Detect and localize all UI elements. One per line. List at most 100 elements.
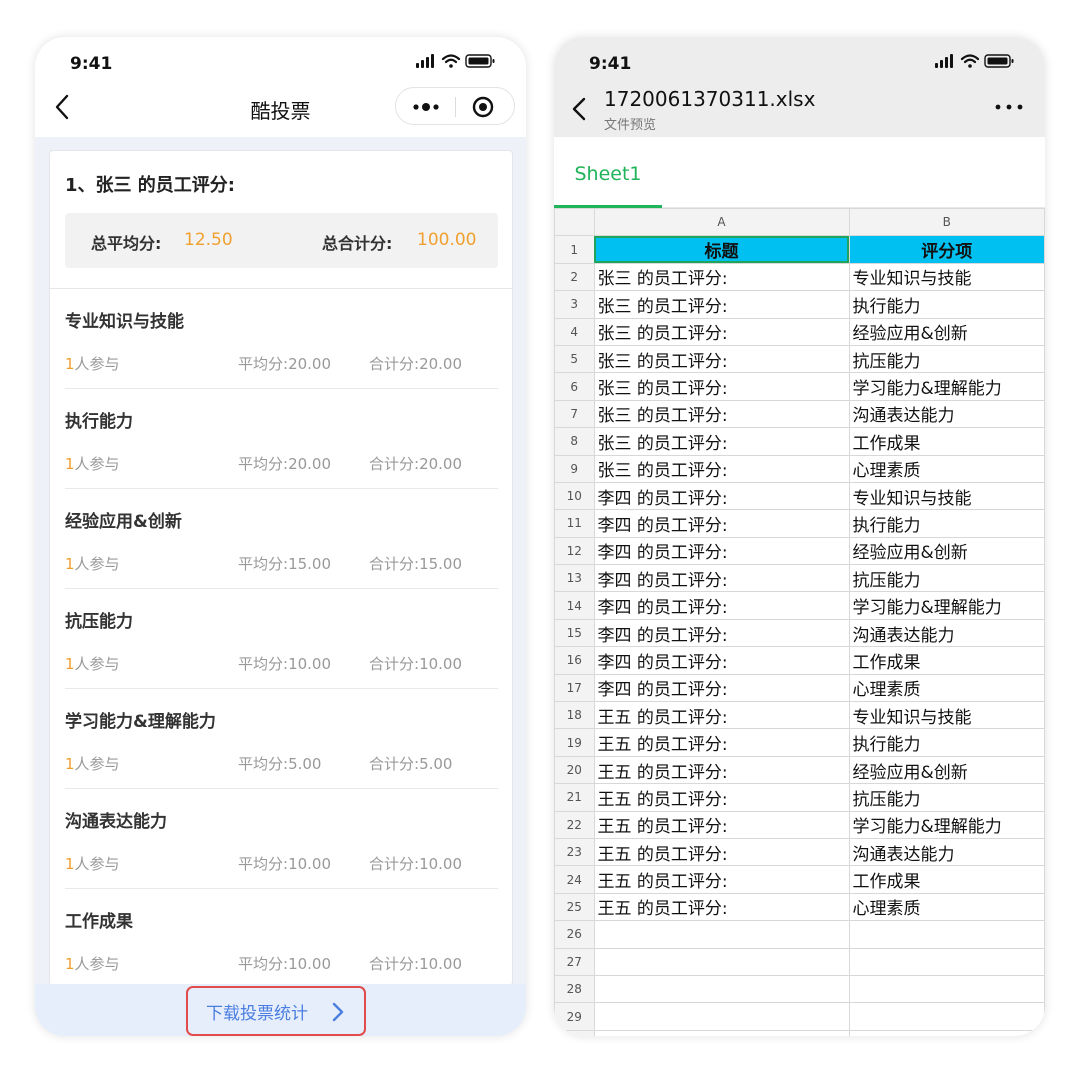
cell-b[interactable] [848,947,1045,976]
cell-a[interactable] [593,947,850,976]
more-options-icon[interactable] [994,103,1024,111]
cell-b[interactable]: 沟通表达能力 [848,837,1045,867]
row-number[interactable]: 14 [554,591,595,620]
cell-b[interactable]: 学习能力&理解能力 [848,810,1045,839]
row-number[interactable]: 3 [554,290,595,319]
row-number[interactable]: 21 [554,783,595,812]
cell-a[interactable]: 张三 的员工评分: [593,454,850,483]
cell-a[interactable]: 李四 的员工评分: [593,509,850,538]
cell-a[interactable]: 张三 的员工评分: [593,262,850,292]
cell-b[interactable]: 工作成果 [848,646,1045,675]
row-number[interactable]: 6 [554,372,595,401]
row-number[interactable]: 15 [554,618,595,648]
row-number[interactable]: 10 [554,481,595,511]
cell-b[interactable]: 专业知识与技能 [848,701,1045,730]
cell-a[interactable]: 王五 的员工评分: [593,837,850,867]
cell-a[interactable]: 张三 的员工评分: [593,372,850,401]
row-number[interactable]: 7 [554,399,595,429]
cell-a[interactable]: 王五 的员工评分: [593,783,850,812]
cell-a[interactable]: 王五 的员工评分: [593,755,850,785]
cell-b[interactable] [848,974,1045,1004]
cell-b[interactable]: 执行能力 [848,509,1045,538]
cell-b[interactable]: 抗压能力 [848,344,1045,374]
cell-a[interactable] [593,974,850,1004]
row-number[interactable]: 18 [554,701,595,730]
back-arrow-icon[interactable] [571,97,587,121]
cell-b[interactable]: 执行能力 [848,290,1045,319]
cell-b[interactable]: 心理素质 [848,673,1045,703]
cell-a[interactable]: 王五 的员工评分: [593,728,850,757]
cell-b[interactable] [848,920,1045,949]
cell-a[interactable]: 张三 的员工评分: [593,344,850,374]
cell-a[interactable]: 张三 的员工评分: [593,290,850,319]
cell-b[interactable]: 沟通表达能力 [848,399,1045,429]
row-number[interactable]: 5 [554,344,595,374]
cell-a[interactable]: 王五 的员工评分: [593,865,850,894]
row-number[interactable]: 19 [554,728,595,757]
column-header-b[interactable]: B [848,208,1045,237]
mini-program-capsule [395,87,515,125]
row-number[interactable]: 20 [554,755,595,785]
row-number[interactable]: 2 [554,262,595,292]
cell-a[interactable]: 张三 的员工评分: [593,317,850,346]
cell-b[interactable]: 学习能力&理解能力 [848,591,1045,620]
more-dots-icon[interactable] [410,97,442,117]
cell-a[interactable] [593,1002,850,1031]
cell-a[interactable] [593,920,850,949]
row-number[interactable]: 16 [554,646,595,675]
cell-b[interactable]: 工作成果 [848,427,1045,456]
cell-a[interactable]: 李四 的员工评分: [593,536,850,566]
cell-a[interactable]: 李四 的员工评分: [593,481,850,511]
row-number[interactable]: 4 [554,317,595,346]
row-number[interactable]: 25 [554,892,595,922]
cell-b[interactable] [848,1029,1045,1036]
cell-b[interactable]: 沟通表达能力 [848,618,1045,648]
row-number[interactable]: 28 [554,974,595,1004]
row-number[interactable]: 13 [554,564,595,593]
row-number[interactable]: 23 [554,837,595,867]
row-number[interactable]: 17 [554,673,595,703]
cell-a[interactable]: 王五 的员工评分: [593,701,850,730]
row-number[interactable]: 8 [554,427,595,456]
row-number[interactable]: 1 [554,235,595,264]
cell-a[interactable]: 张三 的员工评分: [593,399,850,429]
row-number[interactable]: 12 [554,536,595,566]
cell-a[interactable] [593,1029,850,1036]
cell-b[interactable]: 评分项 [848,235,1045,264]
row-number[interactable]: 30 [554,1029,595,1036]
cell-a[interactable]: 标题 [593,235,850,264]
cell-a[interactable]: 李四 的员工评分: [593,618,850,648]
cell-a[interactable]: 李四 的员工评分: [593,564,850,593]
cell-b[interactable]: 抗压能力 [848,564,1045,593]
cell-b[interactable]: 抗压能力 [848,783,1045,812]
cell-a[interactable]: 王五 的员工评分: [593,892,850,922]
cell-a[interactable]: 李四 的员工评分: [593,646,850,675]
row-number[interactable]: 24 [554,865,595,894]
column-header-a[interactable]: A [593,208,850,237]
average-label: 平均分: [238,555,289,573]
cell-a[interactable]: 李四 的员工评分: [593,591,850,620]
cell-a[interactable]: 李四 的员工评分: [593,673,850,703]
row-number[interactable]: 29 [554,1002,595,1031]
cell-b[interactable]: 专业知识与技能 [848,481,1045,511]
cell-a[interactable]: 王五 的员工评分: [593,810,850,839]
cell-b[interactable]: 经验应用&创新 [848,755,1045,785]
cell-b[interactable]: 工作成果 [848,865,1045,894]
cell-a[interactable]: 张三 的员工评分: [593,427,850,456]
cell-b[interactable]: 经验应用&创新 [848,536,1045,566]
cell-b[interactable]: 专业知识与技能 [848,262,1045,292]
cell-b[interactable]: 心理素质 [848,892,1045,922]
cell-b[interactable] [848,1002,1045,1031]
cell-b[interactable]: 心理素质 [848,454,1045,483]
cell-b[interactable]: 执行能力 [848,728,1045,757]
download-stats-button[interactable]: 下载投票统计 [186,986,366,1036]
tab-sheet1[interactable]: Sheet1 [554,137,662,208]
row-number[interactable]: 9 [554,454,595,483]
row-number[interactable]: 27 [554,947,595,976]
row-number[interactable]: 26 [554,920,595,949]
cell-b[interactable]: 经验应用&创新 [848,317,1045,346]
row-number[interactable]: 22 [554,810,595,839]
cell-b[interactable]: 学习能力&理解能力 [848,372,1045,401]
row-number[interactable]: 11 [554,509,595,538]
close-target-icon[interactable] [472,96,494,118]
